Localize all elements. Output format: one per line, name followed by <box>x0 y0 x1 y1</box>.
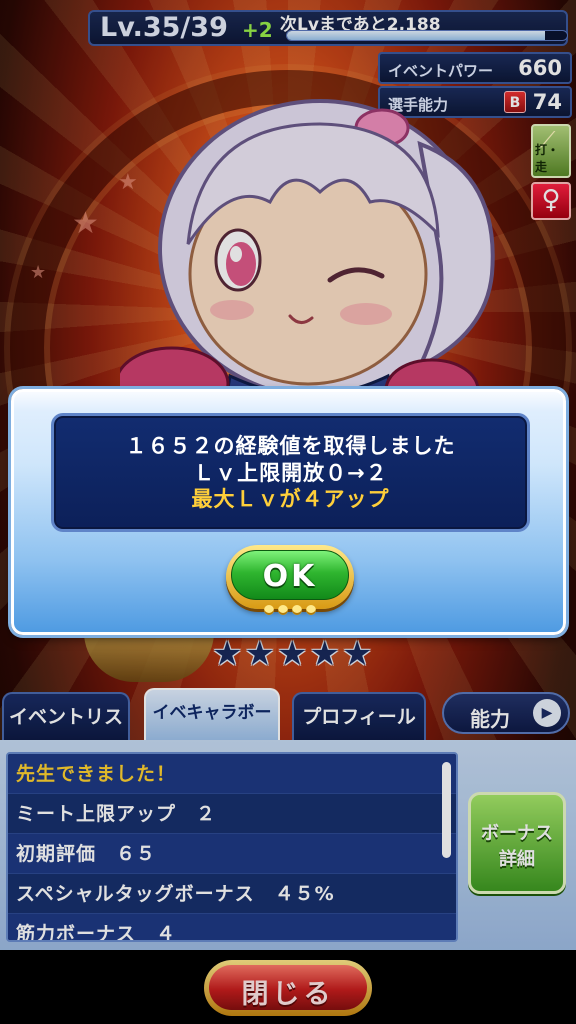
ok-button[interactable]: OK <box>226 545 354 615</box>
ok-button-dots <box>262 600 318 615</box>
dialog-message-box: １６５２の経験値を取得しました Ｌｖ上限開放０→２ 最大Ｌｖが４アップ <box>51 413 530 532</box>
ok-button-face: OK <box>231 550 349 600</box>
exp-result-dialog: １６５２の経験値を取得しました Ｌｖ上限開放０→２ 最大Ｌｖが４アップ OK <box>11 389 566 635</box>
dialog-message-line: 最大Ｌｖが４アップ <box>191 487 390 511</box>
ok-button-label: OK <box>262 559 318 594</box>
dialog-message-line: １６５２の経験値を取得しました <box>125 434 456 458</box>
